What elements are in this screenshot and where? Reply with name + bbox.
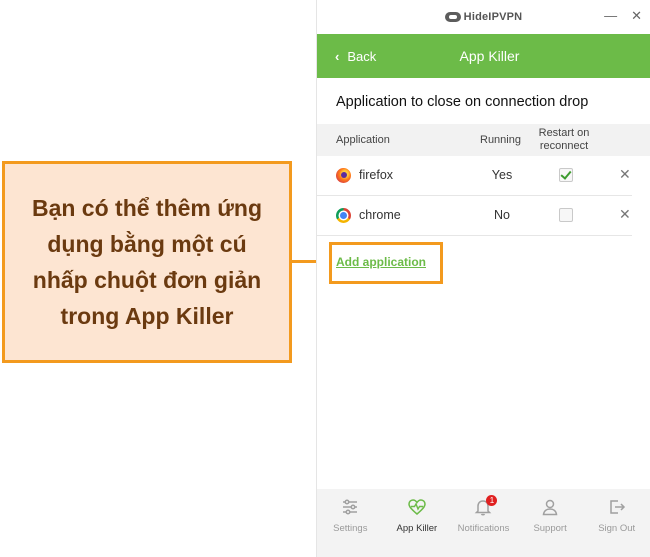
running-status: No: [494, 208, 510, 222]
add-application-link[interactable]: Add application: [336, 255, 426, 269]
sign-out-icon: [609, 500, 625, 514]
application-table: Application Running Restart on reconnect…: [317, 124, 650, 236]
logo-mark-icon: [444, 12, 461, 22]
nav-label: Sign Out: [598, 523, 636, 534]
app-logo: HideIPVPN: [444, 11, 523, 23]
nav-label: Notifications: [457, 523, 510, 534]
chevron-left-icon: ‹: [335, 48, 340, 64]
sliders-icon: [343, 499, 358, 515]
annotation-text: Bạn có thể thêm ứng dụng bằng một cú nhấ…: [31, 195, 263, 329]
app-name: chrome: [359, 208, 401, 222]
running-status: Yes: [491, 168, 513, 182]
nav-item-notifications[interactable]: 1 Notifications: [452, 489, 514, 534]
close-window-button[interactable]: ✕: [631, 8, 642, 24]
title-bar: HideIPVPN — ✕: [317, 0, 650, 34]
nav-label: Support: [533, 523, 567, 534]
nav-item-settings[interactable]: Settings: [319, 489, 381, 534]
table-header: Application Running Restart on reconnect: [317, 124, 650, 156]
nav-item-sign-out[interactable]: Sign Out: [586, 489, 648, 534]
notification-badge: 1: [486, 495, 498, 506]
app-name: firefox: [359, 168, 394, 182]
nav-item-support[interactable]: Support: [519, 489, 581, 534]
firefox-icon: [336, 168, 351, 183]
nav-label: App Killer: [396, 523, 438, 534]
table-row-chrome: chrome No ✕: [317, 196, 632, 236]
section-title: Application to close on connection drop: [336, 94, 589, 110]
column-header-application: Application: [336, 134, 390, 146]
nav-item-app-killer[interactable]: App Killer: [386, 489, 448, 534]
app-window: HideIPVPN — ✕ ‹ Back App Killer Applicat…: [316, 0, 650, 557]
remove-app-button[interactable]: ✕: [619, 166, 631, 183]
minimize-button[interactable]: —: [604, 8, 617, 24]
column-header-restart: Restart on reconnect: [538, 127, 590, 152]
restart-checkbox[interactable]: [559, 208, 573, 222]
back-label: Back: [347, 48, 377, 64]
nav-label: Settings: [333, 523, 368, 534]
page-header: ‹ Back App Killer: [317, 34, 650, 78]
bottom-nav: Settings App Killer 1 Notifications Supp…: [317, 489, 650, 557]
heartbeat-icon: [408, 499, 426, 515]
logo-text: HideIPVPN: [463, 11, 523, 23]
restart-checkbox[interactable]: [559, 168, 573, 182]
back-button[interactable]: ‹ Back: [335, 34, 376, 78]
column-header-running: Running: [480, 134, 521, 146]
remove-app-button[interactable]: ✕: [619, 206, 631, 223]
table-row-firefox: firefox Yes ✕: [317, 156, 632, 196]
chrome-icon: [336, 208, 351, 223]
window-controls: — ✕: [604, 8, 642, 24]
annotation-callout: Bạn có thể thêm ứng dụng bằng một cú nhấ…: [2, 161, 292, 363]
user-icon: [542, 499, 558, 516]
